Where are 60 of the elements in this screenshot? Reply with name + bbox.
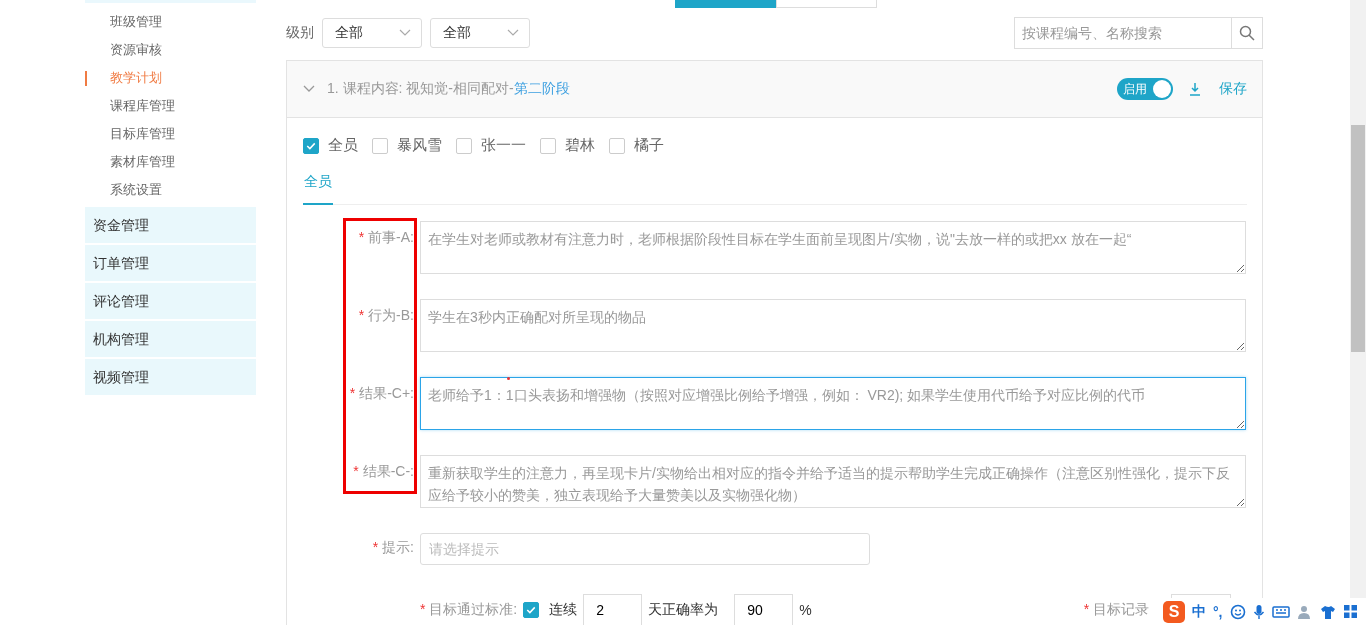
search-button[interactable] — [1231, 17, 1263, 49]
download-icon[interactable] — [1189, 82, 1201, 96]
scroll-thumb[interactable] — [1351, 125, 1365, 352]
chevron-down-icon — [399, 29, 411, 37]
submenu-item[interactable]: 班级管理 — [85, 8, 256, 36]
required-marker: * — [358, 229, 365, 245]
shirt-icon[interactable] — [1319, 603, 1336, 620]
checkbox[interactable] — [523, 602, 540, 618]
grid-icon[interactable] — [1342, 604, 1358, 619]
field-label: 前事-A: — [368, 229, 414, 245]
required-marker: * — [358, 307, 365, 323]
submenu-item[interactable]: 目标库管理 — [85, 120, 256, 148]
search-icon — [1239, 25, 1255, 41]
submenu-item[interactable]: 系统设置 — [85, 176, 256, 204]
submenu-item[interactable]: 课程库管理 — [85, 92, 256, 120]
required-marker: * — [1083, 601, 1090, 617]
field-label: 结果-C+: — [359, 385, 414, 401]
chevron-down-icon — [507, 29, 519, 37]
smiley-icon[interactable] — [1229, 603, 1246, 620]
menu-group[interactable]: 评论管理 — [85, 283, 256, 319]
required-marker: * — [353, 463, 359, 479]
member-checkbox[interactable]: 橘子 — [609, 136, 664, 155]
menu-group[interactable]: 订单管理 — [85, 245, 256, 281]
unit-label: % — [799, 602, 812, 618]
submenu-item[interactable]: 资源审核 — [85, 36, 256, 64]
member-checkbox[interactable]: 张一一 — [456, 136, 526, 155]
required-marker: * — [372, 539, 379, 555]
required-marker: * — [349, 385, 356, 401]
submenu-item[interactable]: 素材库管理 — [85, 148, 256, 176]
check-icon — [525, 604, 538, 616]
search-field[interactable]: 按课程编号、名称搜索 — [1014, 17, 1231, 49]
chevron-down-icon[interactable] — [303, 85, 315, 93]
menu-group[interactable]: 机构管理 — [85, 321, 256, 357]
member-checkbox[interactable]: 全员 — [303, 136, 358, 155]
member-checkbox[interactable]: 碧林 — [540, 136, 595, 155]
menu-group[interactable]: 资金管理 — [85, 207, 256, 243]
days-field[interactable]: 2 — [583, 594, 643, 625]
ime-logo[interactable]: S — [1163, 600, 1185, 623]
required-marker: * — [420, 601, 426, 617]
menu-group[interactable]: 视频管理 — [85, 359, 256, 395]
microphone-icon[interactable] — [1252, 603, 1265, 620]
ime-mode[interactable]: 中 — [1192, 602, 1206, 621]
rate-field[interactable]: 90 — [734, 594, 794, 625]
field-label: 目标记录 — [1093, 601, 1149, 617]
keyboard-icon[interactable] — [1271, 604, 1290, 619]
ime-punctuation[interactable]: °, — [1213, 603, 1223, 620]
hint-field[interactable]: 请选择提示 — [420, 533, 870, 565]
filter-label: 级别 — [286, 24, 314, 42]
field-label: 提示: — [382, 539, 414, 555]
dot-mark — [507, 377, 510, 380]
field-label: 行为-B: — [368, 307, 414, 323]
person-icon[interactable] — [1296, 603, 1313, 620]
course-title: 1. 课程内容: 视知觉-相同配对-第二阶段 — [327, 80, 570, 98]
field-label: 连续 — [549, 601, 578, 619]
level-select[interactable]: 全部 — [322, 18, 422, 48]
level-select[interactable]: 全部 — [430, 18, 530, 48]
field-label: 目标通过标准: — [429, 601, 518, 617]
member-checkbox[interactable]: 暴风雪 — [372, 136, 442, 155]
field-label: 天正确率为 — [648, 601, 719, 619]
field-label: 结果-C-: — [362, 463, 414, 479]
